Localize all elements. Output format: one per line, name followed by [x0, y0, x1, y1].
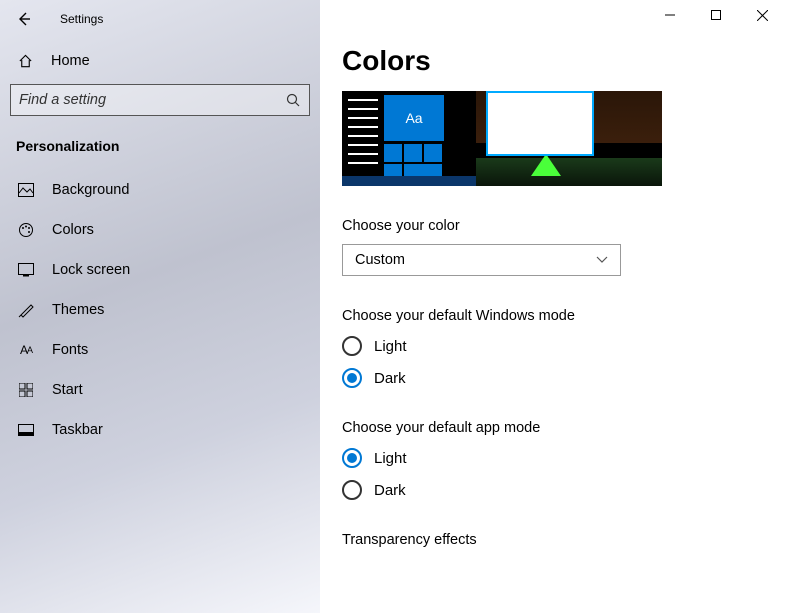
- sidebar-item-themes[interactable]: Themes: [0, 290, 320, 330]
- sidebar-item-label: Taskbar: [52, 422, 103, 438]
- radio-label: Dark: [374, 482, 406, 499]
- windows-mode-label: Choose your default Windows mode: [342, 308, 763, 324]
- paintbrush-icon: [18, 302, 34, 318]
- search-input[interactable]: [10, 84, 310, 116]
- sidebar-item-label: Fonts: [52, 342, 88, 358]
- app-title: Settings: [60, 12, 103, 26]
- minimize-button[interactable]: [647, 0, 693, 30]
- radio-icon: [342, 368, 362, 388]
- sidebar-item-background[interactable]: Background: [0, 170, 320, 210]
- sidebar-item-label: Colors: [52, 222, 94, 238]
- choose-color-dropdown[interactable]: Custom: [342, 244, 621, 276]
- start-icon: [18, 383, 34, 397]
- close-button[interactable]: [739, 0, 785, 30]
- sidebar-item-taskbar[interactable]: Taskbar: [0, 410, 320, 450]
- sidebar-item-colors[interactable]: Colors: [0, 210, 320, 250]
- picture-icon: [18, 183, 34, 197]
- sidebar-item-label: Background: [52, 182, 129, 198]
- color-preview: Aa: [342, 91, 662, 186]
- app-mode-label: Choose your default app mode: [342, 420, 763, 436]
- dropdown-value: Custom: [355, 252, 405, 268]
- palette-icon: [18, 222, 34, 238]
- sidebar-item-start[interactable]: Start: [0, 370, 320, 410]
- radio-label: Light: [374, 450, 407, 467]
- chevron-down-icon: [596, 256, 608, 264]
- search-field[interactable]: [19, 92, 286, 108]
- back-button[interactable]: [16, 11, 32, 27]
- lockscreen-icon: [18, 263, 34, 277]
- sidebar-item-lockscreen[interactable]: Lock screen: [0, 250, 320, 290]
- choose-color-label: Choose your color: [342, 218, 763, 234]
- search-icon: [286, 93, 301, 108]
- sidebar-item-label: Lock screen: [52, 262, 130, 278]
- transparency-label: Transparency effects: [342, 532, 763, 548]
- radio-icon: [342, 448, 362, 468]
- preview-tile: Aa: [384, 95, 444, 141]
- sidebar-item-label: Themes: [52, 302, 104, 318]
- windows-mode-dark[interactable]: Dark: [342, 368, 763, 388]
- app-mode-light[interactable]: Light: [342, 448, 763, 468]
- app-mode-dark[interactable]: Dark: [342, 480, 763, 500]
- radio-icon: [342, 336, 362, 356]
- home-nav[interactable]: Home: [0, 38, 320, 82]
- radio-icon: [342, 480, 362, 500]
- radio-label: Light: [374, 338, 407, 355]
- maximize-button[interactable]: [693, 0, 739, 30]
- home-label: Home: [51, 53, 90, 69]
- category-heading: Personalization: [0, 120, 320, 170]
- windows-mode-light[interactable]: Light: [342, 336, 763, 356]
- radio-label: Dark: [374, 370, 406, 387]
- sidebar-item-fonts[interactable]: AA Fonts: [0, 330, 320, 370]
- home-icon: [18, 54, 33, 69]
- fonts-icon: AA: [18, 343, 34, 357]
- sidebar-item-label: Start: [52, 382, 83, 398]
- taskbar-icon: [18, 424, 34, 436]
